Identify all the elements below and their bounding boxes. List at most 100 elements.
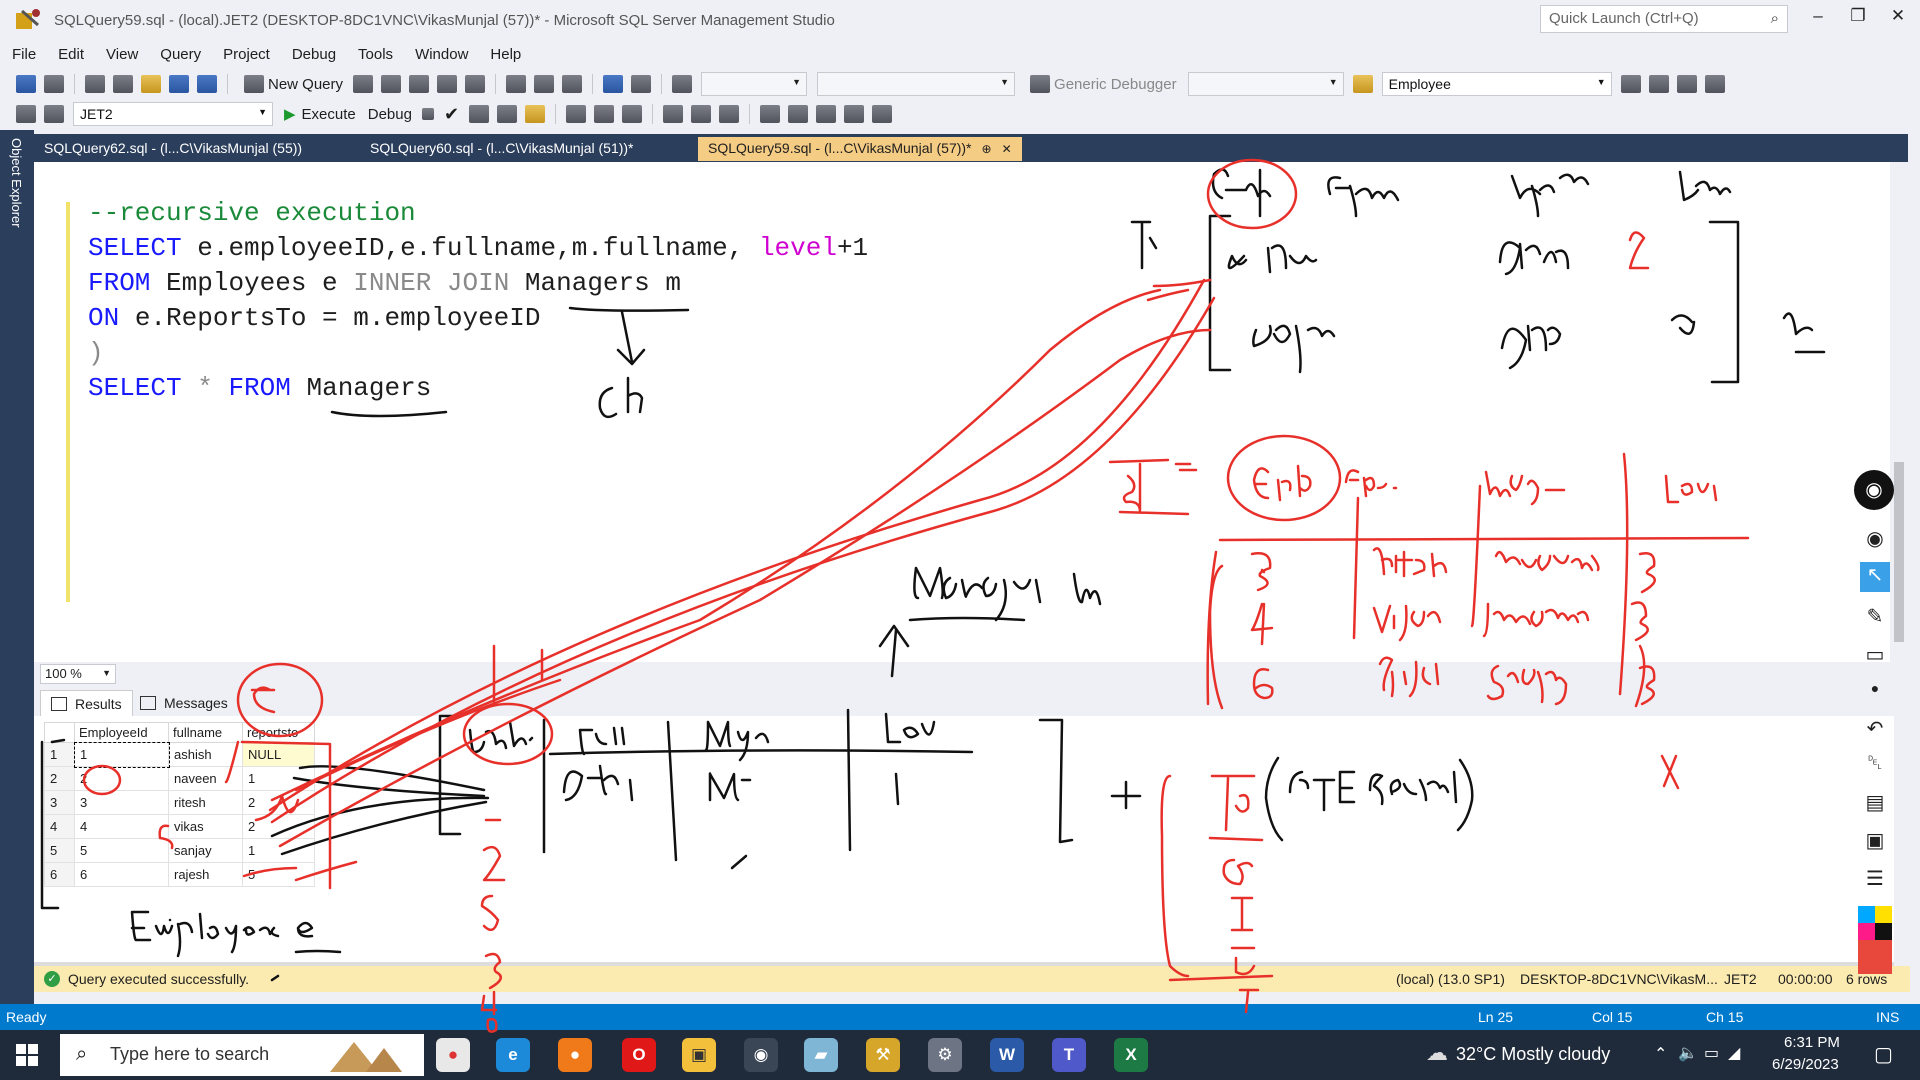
cell-reportsto[interactable]: NULL [242,742,315,767]
execute-button[interactable]: ▶ Execute [284,105,356,124]
properties-icon[interactable] [1620,75,1641,93]
cut-icon[interactable] [506,75,527,93]
column-header[interactable]: EmployeeId [74,722,169,743]
color-palette[interactable] [1858,906,1892,976]
menu-edit[interactable]: Edit [54,46,96,63]
cell-fullname[interactable]: ritesh [168,790,243,815]
dax-query-icon[interactable] [465,75,486,93]
windows-start-icon[interactable] [16,1044,38,1066]
row-number[interactable]: 6 [44,862,75,887]
cell-fullname[interactable]: naveen [168,766,243,791]
restore-button[interactable]: ❐ [1838,6,1878,32]
cell-reportsto[interactable]: 2 [242,814,315,839]
weather-text[interactable]: 32°C Mostly cloudy [1456,1044,1610,1065]
menu-query[interactable]: Query [156,46,213,63]
platform-combo[interactable]: ▼ [817,72,1016,96]
pin-icon[interactable]: ⊕ [982,142,992,156]
edge-icon[interactable]: e [496,1038,530,1072]
save-icon[interactable] [169,75,189,93]
copy-icon[interactable] [534,75,555,93]
undo-icon[interactable] [603,75,624,93]
color-swatch[interactable] [1875,906,1892,923]
uncomment-icon[interactable] [788,105,809,123]
query-options-icon[interactable] [497,105,518,123]
ssms-taskbar-icon[interactable]: ⚒ [866,1038,900,1072]
eye-icon[interactable]: ◉ [1860,526,1890,556]
db-engine-query-icon[interactable] [353,75,374,93]
teams-icon[interactable]: T [1052,1038,1086,1072]
clock-date[interactable]: 6/29/2023 [1772,1056,1839,1073]
taskbar-search-box[interactable]: ⌕ Type here to search [60,1034,424,1076]
live-stats-icon[interactable] [594,105,615,123]
intellisense-icon[interactable] [525,105,546,123]
cell-fullname[interactable]: rajesh [168,862,243,887]
menu-help[interactable]: Help [486,46,533,63]
solution-config-combo[interactable]: ▼ [701,72,808,96]
whiteboard-icon[interactable]: ▤ [1860,790,1890,820]
table-row[interactable]: 3 3 ritesh 2 [44,790,315,815]
chevron-up-icon[interactable]: ⌃ [1654,1044,1667,1064]
comment-icon[interactable] [760,105,781,123]
eraser-icon[interactable]: ▭ [1860,642,1890,672]
specify-values-icon[interactable] [872,105,893,123]
cell-employeeid[interactable]: 4 [74,814,169,839]
outdent-icon[interactable] [816,105,837,123]
quick-launch-input[interactable]: Quick Launch (Ctrl+Q) ⌕ [1540,5,1788,33]
object-explorer-strip[interactable]: Object Explorer [0,130,34,1010]
paste-icon[interactable] [562,75,583,93]
notifications-icon[interactable]: ▢ [1874,1042,1893,1067]
parse-button[interactable]: ✔ [444,104,459,125]
column-header[interactable]: fullname [168,722,243,743]
opera-icon[interactable]: O [622,1038,656,1072]
row-number[interactable]: 2 [44,766,75,791]
cell-employeeid[interactable]: 3 [74,790,169,815]
selected-color[interactable] [1858,940,1892,974]
file-explorer-icon[interactable]: ▣ [682,1038,716,1072]
new-project-icon[interactable] [85,75,105,93]
cell-employeeid[interactable]: 6 [74,862,169,887]
table-row[interactable]: 5 5 sanjay 1 [44,838,315,863]
debug-button[interactable]: Debug [368,106,412,123]
cell-reportsto[interactable]: 1 [242,838,315,863]
cell-fullname[interactable]: sanjay [168,838,243,863]
settings-icon[interactable]: ⚙ [928,1038,962,1072]
toolbox-icon[interactable] [1676,75,1697,93]
activity-monitor-icon[interactable] [672,75,693,93]
query-editor[interactable]: --recursive execution SELECT e.employeeI… [34,162,1894,662]
change-connection-icon[interactable] [44,105,64,123]
tab-results[interactable]: Results [40,690,133,716]
cell-employeeid[interactable]: 2 [74,766,169,791]
dmx-query-icon[interactable] [409,75,430,93]
find-icon[interactable] [1352,75,1373,93]
pen-logo-icon[interactable]: ◉ [1854,470,1894,510]
row-number[interactable]: 1 [44,742,75,767]
debug-target-combo[interactable]: ▼ [1187,72,1344,96]
menu-debug[interactable]: Debug [288,46,348,63]
close-icon[interactable]: ✕ [1002,142,1012,156]
table-row[interactable]: 2 2 naveen 1 [44,766,315,791]
undo-icon[interactable]: ↶ [1860,716,1890,746]
battery-icon[interactable]: ▭ [1704,1043,1719,1063]
redo-icon[interactable] [631,75,652,93]
minimize-button[interactable]: – [1798,6,1838,32]
chrome-icon[interactable]: ● [436,1038,470,1072]
table-row[interactable]: 1 1 ashish NULL [44,741,315,768]
back-icon[interactable] [16,75,36,93]
wrench-icon[interactable] [1648,75,1669,93]
firefox-icon[interactable]: ● [558,1038,592,1072]
save-all-icon[interactable] [197,75,217,93]
tab-sqlquery60[interactable]: SQLQuery60.sql - (l...C\VikasMunjal (51)… [360,137,644,161]
trash-icon[interactable]: ␡ [1860,752,1890,782]
indent-icon[interactable] [844,105,865,123]
xmla-query-icon[interactable] [437,75,458,93]
client-stats-icon[interactable] [622,105,643,123]
cursor-icon[interactable]: ↖ [1860,562,1890,592]
results-to-text-icon[interactable] [663,105,684,123]
server-combo[interactable]: JET2 ▼ [73,102,273,126]
document-icon[interactable]: ☰ [1860,866,1890,896]
cell-fullname[interactable]: vikas [168,814,243,839]
mdx-query-icon[interactable] [381,75,402,93]
display-plan-icon[interactable] [469,105,490,123]
menu-tools[interactable]: Tools [354,46,405,63]
cell-employeeid[interactable]: 1 [73,741,170,768]
